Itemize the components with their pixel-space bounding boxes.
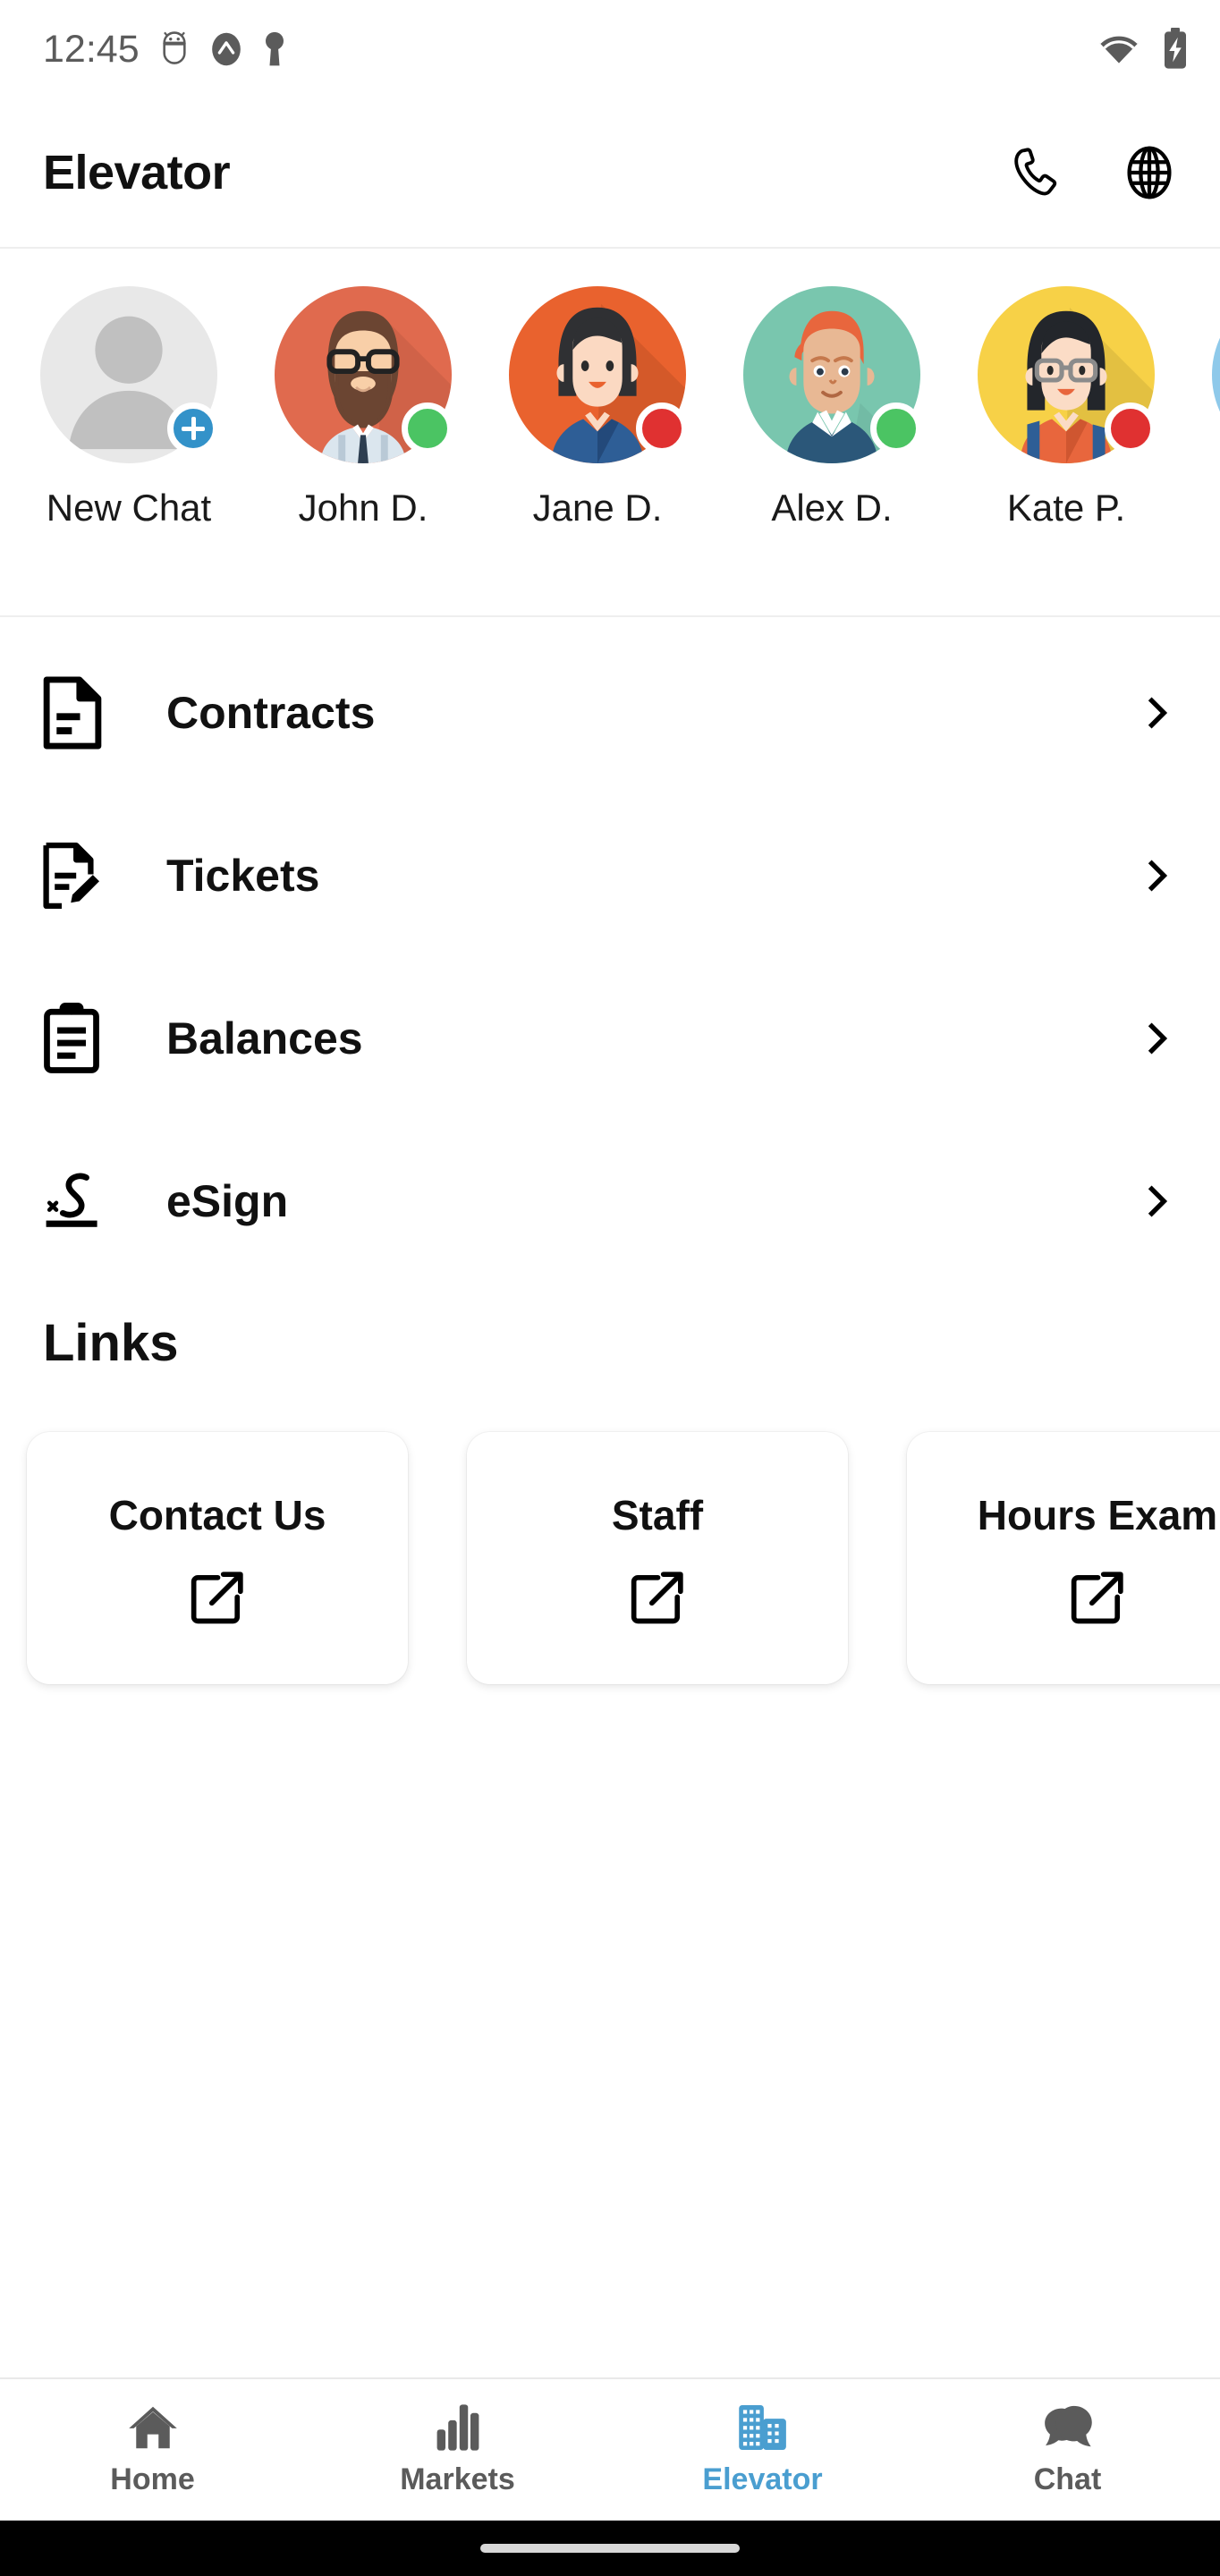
chevron-right-icon bbox=[1131, 856, 1177, 895]
link-card-label: Contact Us bbox=[108, 1492, 326, 1538]
contact-name: John D. bbox=[298, 487, 428, 529]
menu-label: eSign bbox=[166, 1176, 289, 1226]
nav-item-markets[interactable]: Markets bbox=[305, 2379, 610, 2521]
status-badge-online bbox=[402, 402, 453, 454]
nav-label: Markets bbox=[400, 2462, 515, 2496]
nav-item-chat[interactable]: Chat bbox=[915, 2379, 1220, 2521]
contact-john-d[interactable]: John D. bbox=[259, 286, 467, 530]
contact-name: Kate P. bbox=[1006, 487, 1126, 529]
nav-label: Chat bbox=[1033, 2462, 1102, 2496]
nav-label: Elevator bbox=[702, 2462, 823, 2496]
chevron-right-icon bbox=[1131, 1019, 1177, 1058]
nav-item-elevator[interactable]: Elevator bbox=[610, 2379, 915, 2521]
chat-bubble-icon bbox=[1044, 2405, 1092, 2446]
menu-row-contracts[interactable]: Contracts bbox=[0, 631, 1220, 794]
status-badge-online bbox=[870, 402, 922, 454]
menu-label: Tickets bbox=[166, 851, 320, 901]
link-card-contact-us[interactable]: Contact Us bbox=[27, 1432, 408, 1684]
document-edit-icon bbox=[43, 839, 120, 912]
contact-avatar-wrap bbox=[275, 286, 453, 463]
app-bar-actions bbox=[1004, 140, 1182, 206]
wifi-icon bbox=[1098, 33, 1140, 64]
contact-name: New Chat bbox=[46, 487, 212, 529]
contact-new-chat[interactable]: New Chat bbox=[25, 286, 233, 530]
gesture-pill[interactable] bbox=[480, 2544, 740, 2553]
status-badge-busy bbox=[636, 402, 688, 454]
app-bar: Elevator bbox=[0, 98, 1220, 249]
status-bar: 12:45 bbox=[0, 0, 1220, 98]
add-chat-badge-icon bbox=[167, 402, 219, 454]
language-button[interactable] bbox=[1116, 140, 1182, 206]
phone-button[interactable] bbox=[1004, 140, 1070, 206]
contact-jane-d[interactable]: Jane D. bbox=[494, 286, 701, 530]
bar-chart-icon bbox=[436, 2403, 479, 2451]
key-icon bbox=[265, 31, 284, 66]
contact-alex-d[interactable]: Alex D. bbox=[728, 286, 936, 530]
nav-item-home[interactable]: Home bbox=[0, 2379, 305, 2521]
contact-avatar-wrap bbox=[743, 286, 922, 463]
contact-avatar-wrap bbox=[40, 286, 219, 463]
status-bar-clock: 12:45 bbox=[43, 27, 140, 71]
contact-avatar-wrap bbox=[978, 286, 1156, 463]
home-icon bbox=[128, 2406, 177, 2448]
battery-charging-icon bbox=[1165, 28, 1186, 69]
contact-name: Jane D. bbox=[532, 487, 663, 529]
signature-icon bbox=[43, 1167, 120, 1235]
external-link-icon bbox=[1071, 1572, 1123, 1624]
links-section-title: Links bbox=[43, 1314, 179, 1372]
chevron-right-icon bbox=[1131, 693, 1177, 733]
link-card-hours-exam[interactable]: Hours Exam bbox=[907, 1432, 1220, 1684]
phone-icon bbox=[1014, 148, 1057, 196]
nav-label: Home bbox=[110, 2462, 195, 2496]
menu-label: Balances bbox=[166, 1013, 363, 1063]
contact-avatar-wrap bbox=[1212, 286, 1220, 463]
status-bar-right bbox=[1097, 28, 1190, 71]
link-card-staff[interactable]: Staff bbox=[467, 1432, 848, 1684]
avatar-partial-icon bbox=[1212, 286, 1220, 463]
status-badge-busy bbox=[1105, 402, 1156, 454]
menu-label: Contracts bbox=[166, 688, 376, 738]
contacts-strip[interactable]: New Chat John D. Jane D. Alex D. Kate P. bbox=[0, 249, 1220, 617]
globe-icon bbox=[1127, 146, 1172, 199]
external-link-icon bbox=[191, 1572, 243, 1624]
menu-list: Contracts Tickets Balances eSign bbox=[0, 617, 1220, 1283]
link-card-label: Hours Exam bbox=[977, 1492, 1218, 1538]
menu-row-balances[interactable]: Balances bbox=[0, 957, 1220, 1120]
chevron-right-icon bbox=[1131, 1182, 1177, 1221]
contacts-row: New Chat John D. Jane D. Alex D. Kate P. bbox=[0, 249, 1220, 615]
app-badge-icon bbox=[211, 32, 241, 66]
contact-avatar-wrap bbox=[509, 286, 688, 463]
menu-row-tickets[interactable]: Tickets bbox=[0, 794, 1220, 957]
clipboard-icon bbox=[43, 1002, 120, 1075]
android-debug-icon bbox=[162, 31, 186, 64]
contact-kate-p[interactable]: Kate P. bbox=[962, 286, 1170, 530]
external-link-icon bbox=[631, 1572, 683, 1624]
menu-row-esign[interactable]: eSign bbox=[0, 1120, 1220, 1283]
page-title: Elevator bbox=[43, 146, 231, 199]
contact-name: Alex D. bbox=[771, 487, 893, 529]
link-card-label: Staff bbox=[611, 1492, 704, 1538]
gesture-nav-bar bbox=[0, 2521, 1220, 2576]
contact-partial[interactable] bbox=[1197, 286, 1220, 487]
links-scroller[interactable]: Contact Us Staff Hours Exam bbox=[0, 1419, 1220, 1709]
building-icon bbox=[738, 2404, 786, 2450]
document-icon bbox=[43, 676, 120, 750]
status-bar-left: 12:45 bbox=[43, 28, 286, 72]
bottom-nav: Home Markets Elevator Chat bbox=[0, 2377, 1220, 2521]
app-root: 12:45 Elevator New Chat John D. Jane D. … bbox=[0, 0, 1220, 2576]
